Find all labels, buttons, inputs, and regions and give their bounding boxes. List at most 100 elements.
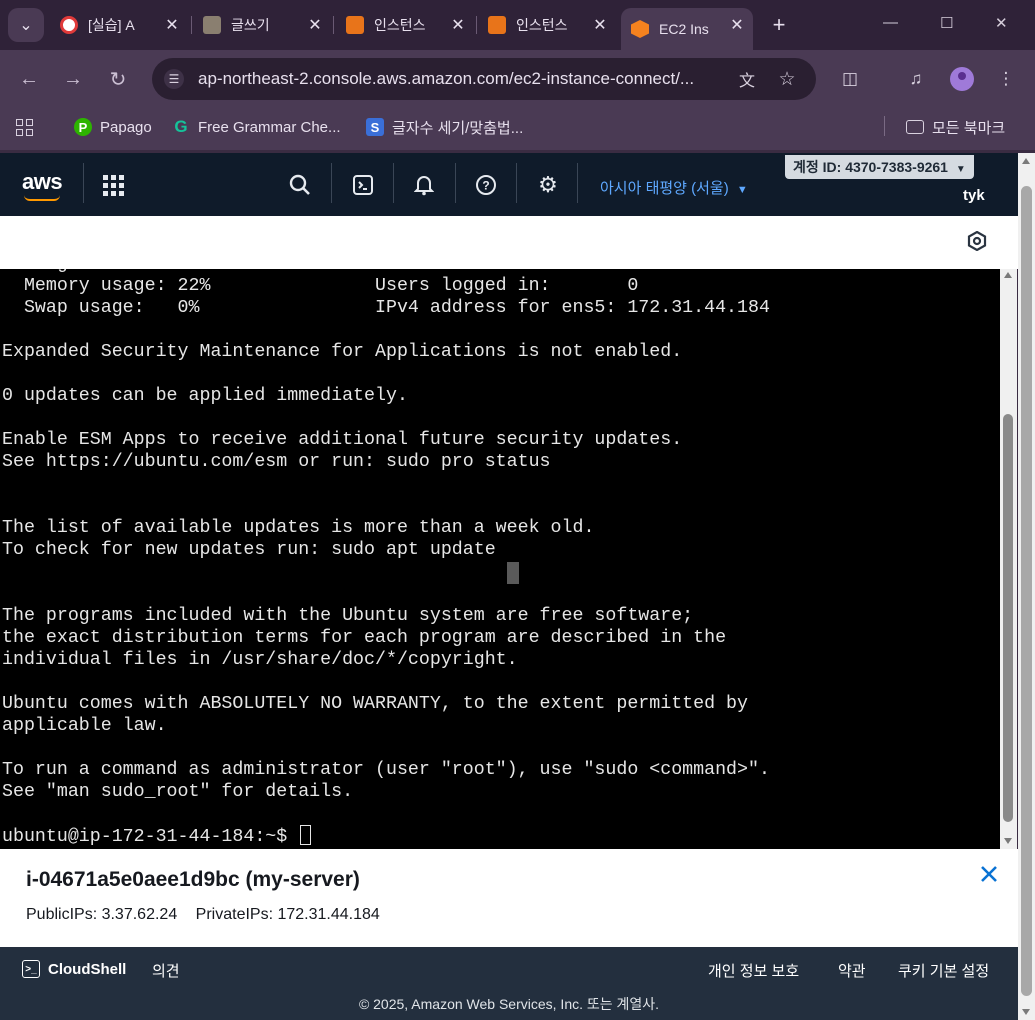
nav-divider	[83, 163, 84, 203]
terminal-line: See "man sudo_root" for details.	[2, 782, 354, 802]
scroll-down-arrow-icon[interactable]	[1004, 838, 1012, 844]
terminal-line: Swap usage: 0% IPv4 address for ens5: 17…	[2, 298, 770, 318]
feedback-link[interactable]: 의견	[152, 960, 180, 981]
terminal-line: individual files in /usr/share/doc/*/cop…	[2, 650, 518, 670]
browser-tab-2[interactable]: 글쓰기 ✕	[203, 8, 331, 42]
region-selector[interactable]: 아시아 태평양 (서울) ▼	[600, 177, 748, 198]
bookmark-char-count[interactable]: S 글자수 세기/맞춤법...	[366, 116, 523, 138]
profile-avatar[interactable]	[950, 67, 974, 91]
reload-icon[interactable]: ↻	[105, 66, 131, 92]
terminal-line: Ubuntu comes with ABSOLUTELY NO WARRANTY…	[2, 694, 748, 714]
target-icon	[60, 16, 78, 34]
scroll-up-arrow-icon[interactable]	[1022, 158, 1030, 164]
terminal-line: See https://ubuntu.com/esm or run: sudo …	[2, 452, 551, 472]
window-close-icon[interactable]: ✕	[995, 14, 1008, 32]
menu-kebab-icon[interactable]: ⋮	[994, 67, 1018, 91]
browser-tab-strip: ⌄ [실습] A ✕ 글쓰기 ✕ 인스턴스 ✕ 인스턴스 ✕ EC2 Ins ✕…	[0, 0, 1035, 50]
aws-smile-mark	[24, 195, 60, 201]
new-tab-button[interactable]: +	[766, 12, 792, 38]
close-icon[interactable]: ✕	[448, 15, 468, 35]
address-bar[interactable]: ☰ ap-northeast-2.console.aws.amazon.com/…	[152, 58, 816, 100]
terminal-scroll-thumb[interactable]	[1003, 414, 1013, 822]
minimize-icon[interactable]: —	[883, 14, 898, 31]
close-icon[interactable]: ✕	[305, 15, 325, 35]
translate-icon[interactable]: 文	[736, 68, 758, 90]
tab-divider	[191, 16, 192, 34]
cloudshell-icon[interactable]	[351, 173, 375, 197]
cookie-preferences-link[interactable]: 쿠키 기본 설정	[898, 960, 989, 981]
papago-icon: P	[74, 118, 92, 136]
console-footer: >_ CloudShell 의견 개인 정보 보호 약관 쿠키 기본 설정 © …	[0, 947, 1018, 1020]
bookmark-star-icon[interactable]: ☆	[776, 68, 798, 90]
nav-divider	[393, 163, 394, 203]
media-queue-icon[interactable]: ♫	[904, 67, 928, 91]
settings-gear-icon[interactable]: ⚙	[536, 172, 560, 197]
aws-logo[interactable]: aws	[22, 169, 63, 201]
nav-divider	[577, 163, 578, 203]
close-icon[interactable]: ✕	[727, 15, 747, 35]
all-bookmarks-folder[interactable]: 모든 북마크	[906, 116, 1005, 138]
close-icon[interactable]: ✕	[590, 15, 610, 35]
instance-title: i-04671a5e0aee1d9bc (my-server)	[26, 868, 360, 891]
search-icon[interactable]	[288, 173, 312, 197]
browser-tab-1[interactable]: [실습] A ✕	[60, 8, 188, 42]
browser-tab-4[interactable]: 인스턴스 ✕	[488, 8, 616, 42]
bookmark-grammar[interactable]: G Free Grammar Che...	[172, 116, 340, 138]
account-id-badge[interactable]: 계정 ID: 4370-7383-9261 ▼	[785, 155, 974, 179]
services-grid-icon[interactable]	[101, 173, 125, 197]
cloudshell-button[interactable]: >_ CloudShell	[22, 960, 126, 978]
help-icon[interactable]: ?	[474, 173, 498, 197]
nav-divider	[455, 163, 456, 203]
close-icon[interactable]	[976, 861, 1002, 887]
forward-arrow-icon[interactable]: →	[60, 66, 86, 92]
browser-toolbar: ← → ↻ ☰ ap-northeast-2.console.aws.amazo…	[0, 50, 1035, 108]
prompt-text: ubuntu@ip-172-31-44-184:~$	[2, 827, 299, 847]
terminal-prompt[interactable]: ubuntu@ip-172-31-44-184:~$	[2, 825, 770, 847]
scroll-up-arrow-icon[interactable]	[1004, 272, 1012, 278]
terminal-line: 0 updates can be applied immediately.	[2, 386, 408, 406]
url-text: ap-northeast-2.console.aws.amazon.com/ec…	[198, 69, 695, 88]
user-menu[interactable]: tyk	[963, 187, 985, 204]
notifications-bell-icon[interactable]	[412, 173, 436, 197]
browser-tab-active[interactable]: EC2 Ins ✕	[621, 8, 753, 50]
s-icon: S	[366, 118, 384, 136]
folder-icon	[906, 120, 924, 134]
back-arrow-icon[interactable]: ←	[16, 66, 42, 92]
connect-toolbar	[0, 216, 1018, 269]
instance-info-panel: i-04671a5e0aee1d9bc (my-server) PublicIP…	[0, 849, 1018, 947]
terminal-line: To check for new updates run: sudo apt u…	[2, 540, 496, 560]
close-icon[interactable]: ✕	[162, 15, 182, 35]
bookmark-papago[interactable]: P Papago	[74, 116, 152, 138]
site-settings-icon[interactable]: ☰	[164, 69, 184, 89]
terminal-window[interactable]: Usage of /: 23.0% of 6.71GB Processes: 1…	[0, 269, 1000, 849]
scroll-down-arrow-icon[interactable]	[1022, 1009, 1030, 1015]
page-scroll-thumb[interactable]	[1021, 186, 1032, 996]
terminal-line: Memory usage: 22% Users logged in: 0	[2, 276, 639, 296]
terminal-settings-icon[interactable]	[966, 230, 988, 252]
terms-link[interactable]: 약관	[838, 960, 866, 981]
maximize-icon[interactable]: ☐	[940, 14, 953, 32]
privacy-link[interactable]: 개인 정보 보호	[708, 960, 799, 981]
browser-tab-3[interactable]: 인스턴스 ✕	[346, 8, 474, 42]
terminal-line: To run a command as administrator (user …	[2, 760, 770, 780]
tab-search-button[interactable]: ⌄	[8, 8, 44, 42]
page-scrollbar[interactable]	[1018, 153, 1035, 1020]
terminal-line: applicable law.	[2, 716, 167, 736]
apps-grid-icon[interactable]	[16, 116, 33, 138]
private-ips: PrivateIPs: 172.31.44.184	[195, 906, 380, 923]
caret-down-icon: ▼	[955, 164, 966, 175]
terminal-line: The programs included with the Ubuntu sy…	[2, 606, 694, 626]
cloudshell-icon: >_	[22, 960, 40, 978]
terminal-output: Usage of /: 23.0% of 6.71GB Processes: 1…	[2, 269, 770, 847]
aws-ec2-icon	[346, 16, 364, 34]
terminal-scrollbar[interactable]	[1000, 269, 1017, 849]
terminal-line: Expanded Security Maintenance for Applic…	[2, 342, 683, 362]
nav-divider	[331, 163, 332, 203]
extensions-icon[interactable]: ◫	[838, 67, 862, 91]
